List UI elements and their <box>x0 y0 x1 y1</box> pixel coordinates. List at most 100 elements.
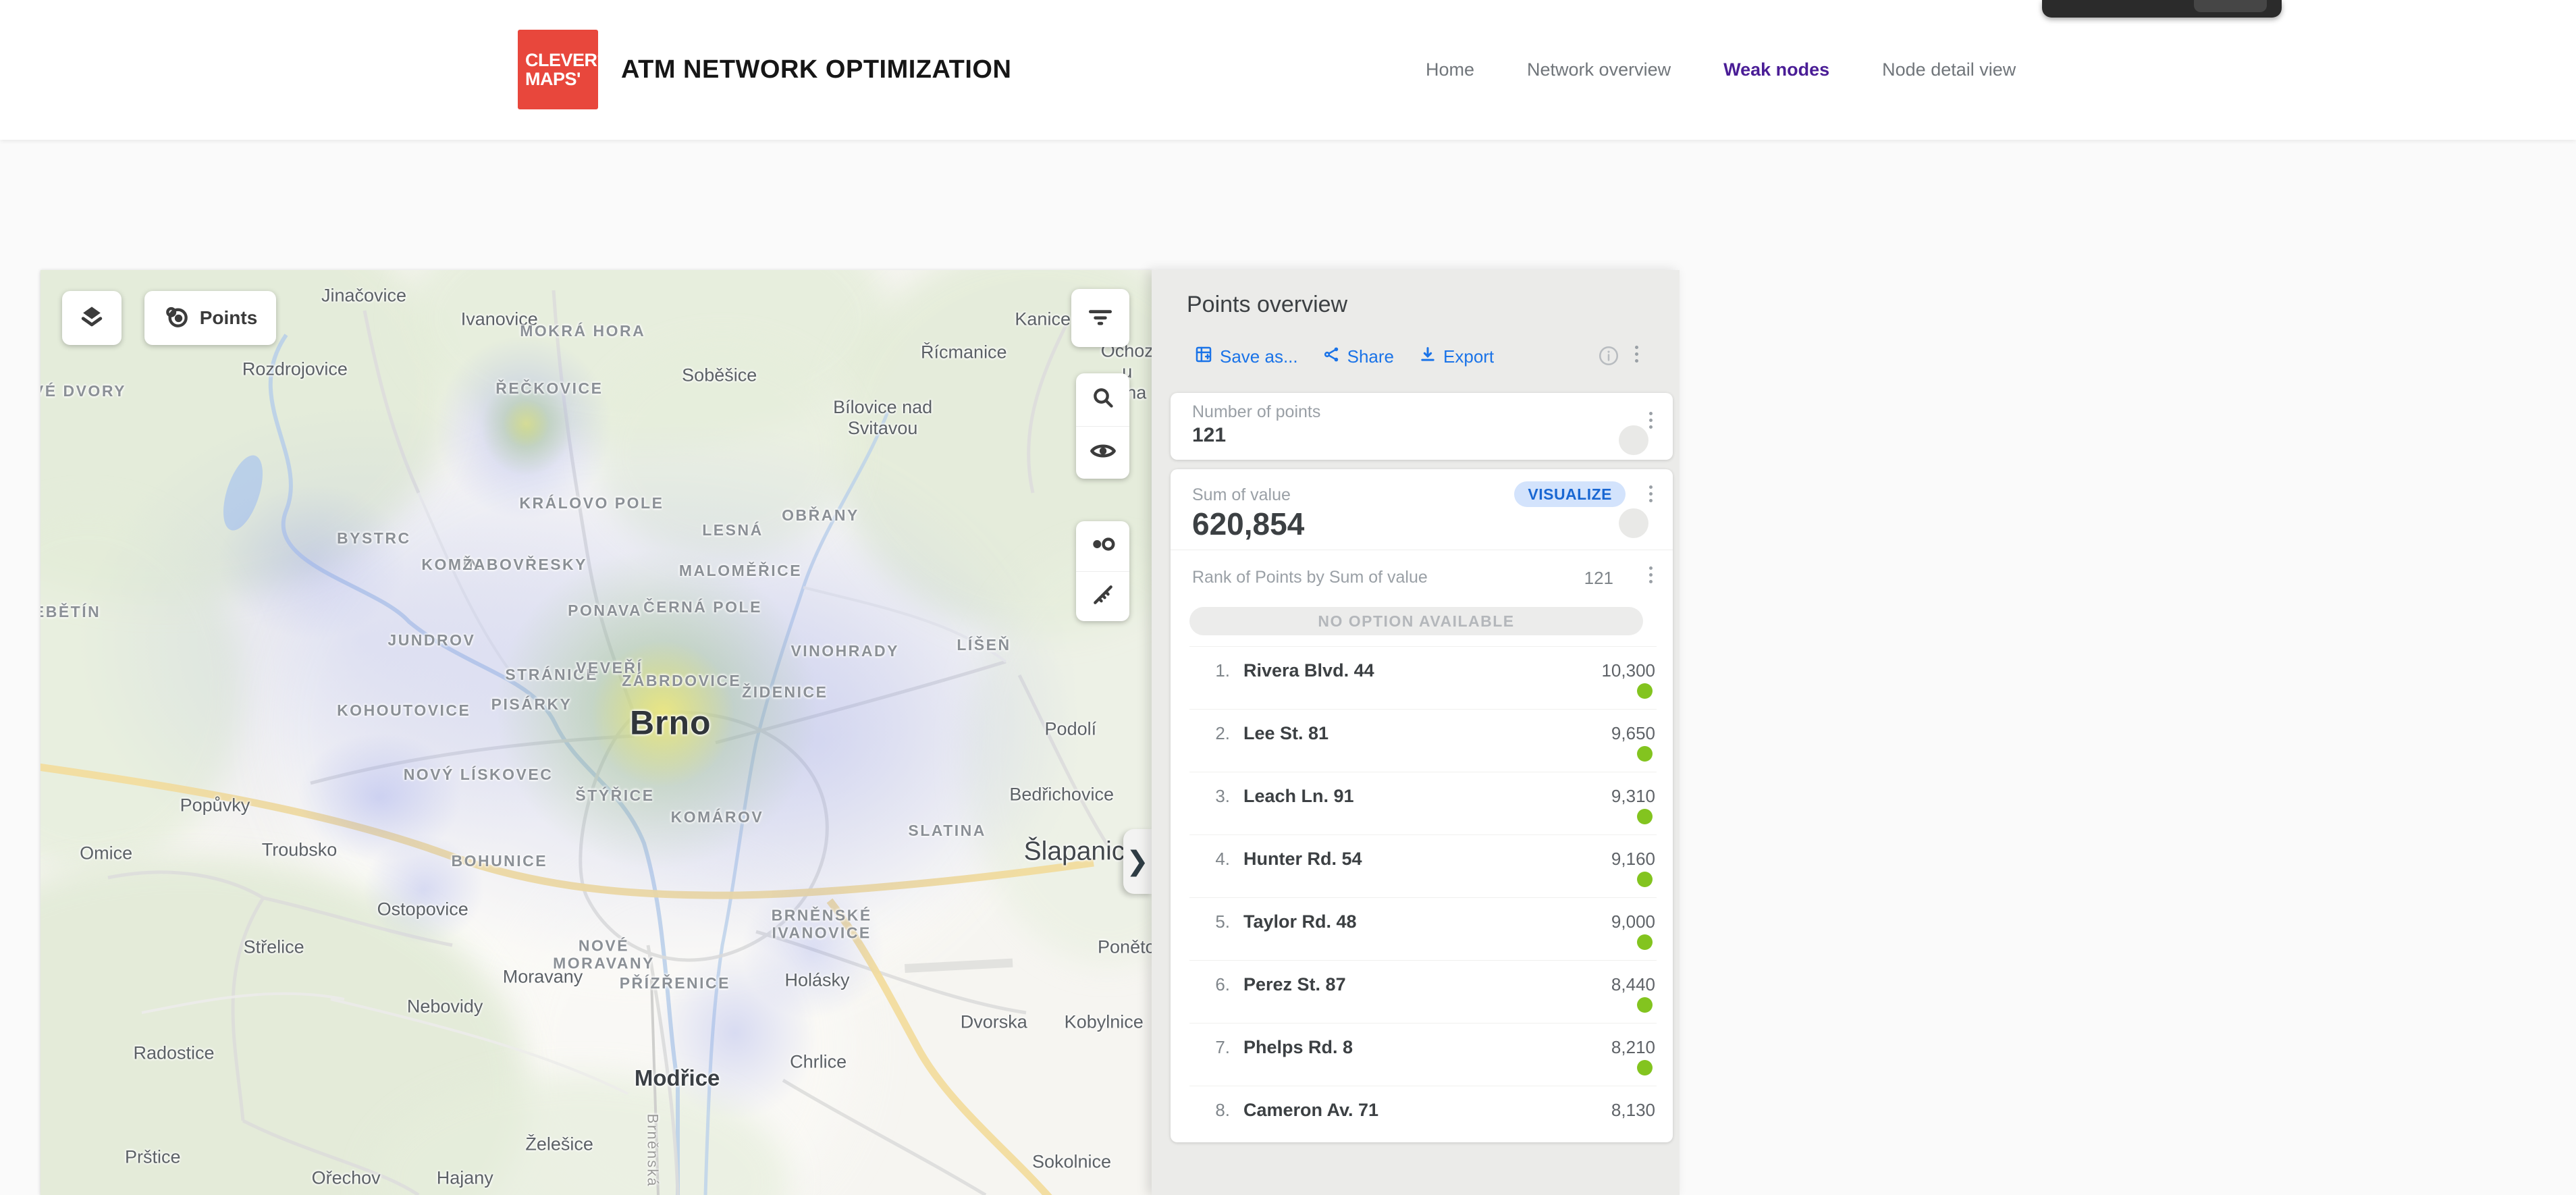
points-chip-label: Points <box>200 307 258 329</box>
nav-home[interactable]: Home <box>1426 59 1474 80</box>
panel-collapse-tab[interactable]: ❯ <box>1123 829 1153 894</box>
map-label: LÍŠEŇ <box>957 636 1011 654</box>
panel-title: Points overview <box>1187 292 1347 318</box>
status-dot <box>1637 809 1653 824</box>
rank-row[interactable]: 8.Cameron Av. 718,130 <box>1189 1086 1657 1142</box>
kpi-label: Sum of value <box>1192 485 1291 505</box>
share-button[interactable]: Share <box>1322 345 1394 369</box>
visibility-button[interactable] <box>1076 426 1129 479</box>
map-label: Bedřichovice <box>1009 784 1114 805</box>
card-menu-icon[interactable] <box>1646 409 1655 431</box>
rank-name: Perez St. 87 <box>1243 974 1346 995</box>
map-label: Chrlice <box>790 1051 847 1072</box>
nav-network-overview[interactable]: Network overview <box>1527 59 1671 80</box>
map-label: Hajany <box>437 1168 493 1189</box>
map-label: Ivanovice <box>461 309 538 329</box>
map-label: Ponětovice <box>1098 936 1152 957</box>
map-label: Řícmanice <box>921 342 1007 363</box>
sum-of-value-card[interactable]: Sum of value 620,854 VISUALIZE Rank of P… <box>1171 469 1673 1142</box>
layer-toggle[interactable] <box>1619 425 1648 455</box>
points-layer-chip[interactable]: Points <box>144 291 276 345</box>
map-search-button[interactable] <box>1076 373 1129 426</box>
map-label: PŘÍZŘENICE <box>620 974 730 992</box>
share-icon <box>1322 345 1341 369</box>
visualize-badge[interactable]: VISUALIZE <box>1514 481 1626 507</box>
map-label: PISÁRKY <box>491 695 572 712</box>
export-button[interactable]: Export <box>1418 345 1494 369</box>
map-label: OBŘANY <box>782 506 859 524</box>
map-label: PONAVA <box>568 602 642 619</box>
panel-menu-icon[interactable] <box>1632 343 1641 365</box>
filter-button[interactable] <box>1071 289 1129 347</box>
map-label: Dvorska <box>961 1011 1027 1032</box>
map-label: Střelice <box>244 936 304 957</box>
status-dot <box>1637 934 1653 950</box>
map-label: Radostice <box>133 1043 214 1064</box>
rank-row[interactable]: 6.Perez St. 878,440 <box>1189 960 1657 1023</box>
save-as-button[interactable]: Save as... <box>1193 344 1298 369</box>
kpi-label: Number of points <box>1192 402 1320 422</box>
save-view-icon <box>1193 344 1214 369</box>
number-of-points-card[interactable]: Number of points 121 <box>1171 393 1673 460</box>
map-label: VEVEŘÍ <box>576 659 643 676</box>
map-label: ŠTÝŘICE <box>575 787 654 804</box>
rank-value: 8,130 <box>1611 1100 1657 1121</box>
app-title: ATM NETWORK OPTIMIZATION <box>621 0 1011 140</box>
panel-toolbar: Save as... Share Export <box>1193 340 1494 373</box>
share-label: Share <box>1347 346 1394 367</box>
logo-line-1: CLEVER° <box>525 51 598 70</box>
rank-value: 9,310 <box>1611 786 1657 807</box>
map-canvas[interactable]: BrnoŠlapaniceModřiceJinačoviceIvanoviceR… <box>41 270 1152 1195</box>
info-icon[interactable] <box>1597 344 1620 371</box>
rank-row[interactable]: 7.Phelps Rd. 88,210 <box>1189 1023 1657 1086</box>
rank-row[interactable]: 4.Hunter Rd. 549,160 <box>1189 834 1657 897</box>
rank-row[interactable]: 2.Lee St. 819,650 <box>1189 709 1657 772</box>
map-label: ŽABOVŘESKY <box>462 555 587 573</box>
map-label: ŽIDENICE <box>742 683 828 701</box>
rank-row[interactable]: 5.Taylor Rd. 489,000 <box>1189 897 1657 960</box>
measure-button[interactable] <box>1076 571 1129 622</box>
map-label: OVÉ DVORY <box>41 382 126 400</box>
rank-menu-icon[interactable] <box>1646 564 1655 586</box>
map-label: KOMÍN <box>421 555 481 573</box>
map-label: Bílovice nad Svitavou <box>833 397 932 439</box>
status-dot <box>1637 997 1653 1013</box>
clevermaps-logo[interactable]: CLEVER° MAPS' <box>518 30 598 109</box>
map-label: Troubsko <box>262 839 338 860</box>
rank-section-label: Rank of Points by Sum of value <box>1192 568 1428 587</box>
map-label: KRÁLOVO POLE <box>519 494 664 512</box>
app-screen: CLEVER° MAPS' ATM NETWORK OPTIMIZATION H… <box>0 0 2576 1195</box>
rank-row[interactable]: 1.Rivera Blvd. 4410,300 <box>1189 646 1657 709</box>
rank-name: Taylor Rd. 48 <box>1243 911 1357 932</box>
rank-name: Cameron Av. 71 <box>1243 1100 1378 1121</box>
screen-share-toast-button <box>2194 0 2267 12</box>
rank-row[interactable]: 3.Leach Ln. 919,310 <box>1189 772 1657 834</box>
compare-points-button[interactable] <box>1076 521 1129 571</box>
nav-node-detail-view[interactable]: Node detail view <box>1882 59 2016 80</box>
no-option-available-pill: NO OPTION AVAILABLE <box>1189 607 1643 635</box>
map-label: Prštice <box>125 1146 181 1167</box>
rank-number: 1. <box>1189 660 1230 681</box>
rank-section-count: 121 <box>1584 568 1613 589</box>
map-label: Holásky <box>785 970 850 991</box>
filter-icon <box>1085 302 1115 335</box>
map-label: BOHUNICE <box>451 852 547 870</box>
screen-share-toast <box>2042 0 2282 18</box>
map-label: Kobylnice <box>1065 1011 1144 1032</box>
card-menu-icon[interactable] <box>1646 483 1655 505</box>
rank-number: 3. <box>1189 786 1230 807</box>
rank-name: Phelps Rd. 8 <box>1243 1037 1353 1058</box>
search-icon <box>1090 384 1117 415</box>
map-label: KOMÁROV <box>671 807 764 825</box>
kpi-value: 121 <box>1192 424 1226 447</box>
map-label: Moravany <box>503 966 583 987</box>
export-label: Export <box>1443 346 1494 367</box>
rank-number: 4. <box>1189 849 1230 870</box>
status-dot <box>1637 746 1653 762</box>
layer-toggle[interactable] <box>1619 508 1648 538</box>
map-label: VINOHRADY <box>790 642 899 660</box>
points-icon <box>163 303 190 334</box>
layers-button[interactable] <box>62 291 122 345</box>
nav-weak-nodes[interactable]: Weak nodes <box>1723 59 1829 80</box>
map-label: Popůvky <box>180 795 250 816</box>
